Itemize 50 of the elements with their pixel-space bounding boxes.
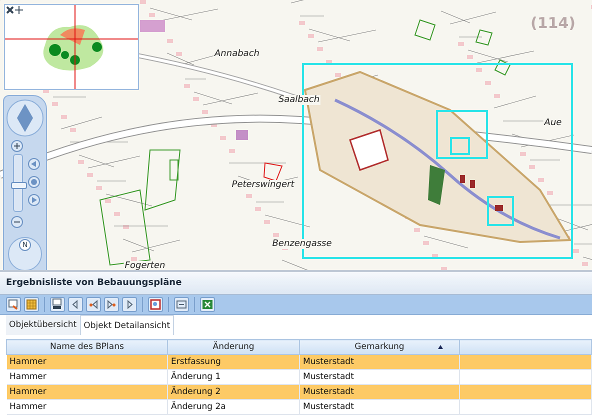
- triangle-right-icon: [105, 298, 118, 311]
- fit-extent-icon: [175, 298, 188, 311]
- triangle-left-icon[interactable]: [28, 158, 40, 170]
- table-cell: Musterstadt: [303, 357, 354, 367]
- sort-ascending-icon[interactable]: [438, 345, 443, 349]
- toolbar-button[interactable]: [104, 297, 119, 312]
- dot-icon[interactable]: [28, 176, 40, 188]
- table-cell: Hammer: [10, 357, 46, 367]
- table-row[interactable]: Hammer Änderung 2 Musterstadt: [6, 384, 592, 400]
- table-cell: Änderung 1: [171, 372, 221, 382]
- toolbar-button[interactable]: [86, 297, 101, 312]
- panel-title: Ergebnisliste von Bebauungspläne: [0, 272, 592, 295]
- table-cell: Hammer: [10, 372, 46, 382]
- zoom-out-icon[interactable]: [11, 216, 23, 228]
- table-cell: Änderung 2a: [171, 402, 226, 412]
- toolbar-button[interactable]: [148, 297, 163, 312]
- list-icon: [51, 298, 64, 311]
- triangle-right-icon[interactable]: [28, 194, 40, 206]
- toolbar-button[interactable]: [122, 297, 137, 312]
- place-label: (114): [529, 14, 577, 32]
- table-row[interactable]: Hammer Erstfassung Musterstadt: [6, 354, 592, 370]
- table-cell: Änderung 2: [171, 387, 221, 397]
- table-cell: Musterstadt: [303, 402, 354, 412]
- toolbar-button[interactable]: [50, 297, 65, 312]
- zoom-in-icon[interactable]: [11, 140, 23, 152]
- table-cell: Musterstadt: [303, 372, 354, 382]
- toolbar-button[interactable]: [6, 297, 21, 312]
- place-label: Annabach: [214, 49, 260, 59]
- move-icon[interactable]: [15, 6, 23, 14]
- place-label: Peterswingert: [230, 180, 296, 190]
- table-cell: Musterstadt: [303, 387, 354, 397]
- table-cell: Erstfassung: [171, 357, 221, 367]
- spreadsheet-icon: [201, 298, 214, 311]
- close-icon[interactable]: [6, 6, 14, 14]
- toolbar-button[interactable]: [174, 297, 189, 312]
- place-label: Aue: [543, 118, 563, 128]
- table-cell: Hammer: [10, 387, 46, 397]
- table-cell: Hammer: [10, 402, 46, 412]
- list-icon: [7, 298, 20, 311]
- toolbar-button[interactable]: [68, 297, 83, 312]
- grid-icon: [25, 298, 38, 311]
- table-row[interactable]: Hammer Änderung 2a Musterstadt: [6, 400, 592, 414]
- tab[interactable]: Objekt Detailansicht: [80, 315, 174, 335]
- zoom-to-selection-icon: [149, 298, 162, 311]
- place-label: Fogerten: [124, 261, 166, 270]
- place-label: Benzengasse: [271, 239, 333, 249]
- triangle-left-icon: [87, 298, 100, 311]
- tab[interactable]: Objektübersicht: [6, 315, 80, 335]
- place-label: Saalbach: [277, 95, 321, 105]
- toolbar-button[interactable]: [200, 297, 215, 312]
